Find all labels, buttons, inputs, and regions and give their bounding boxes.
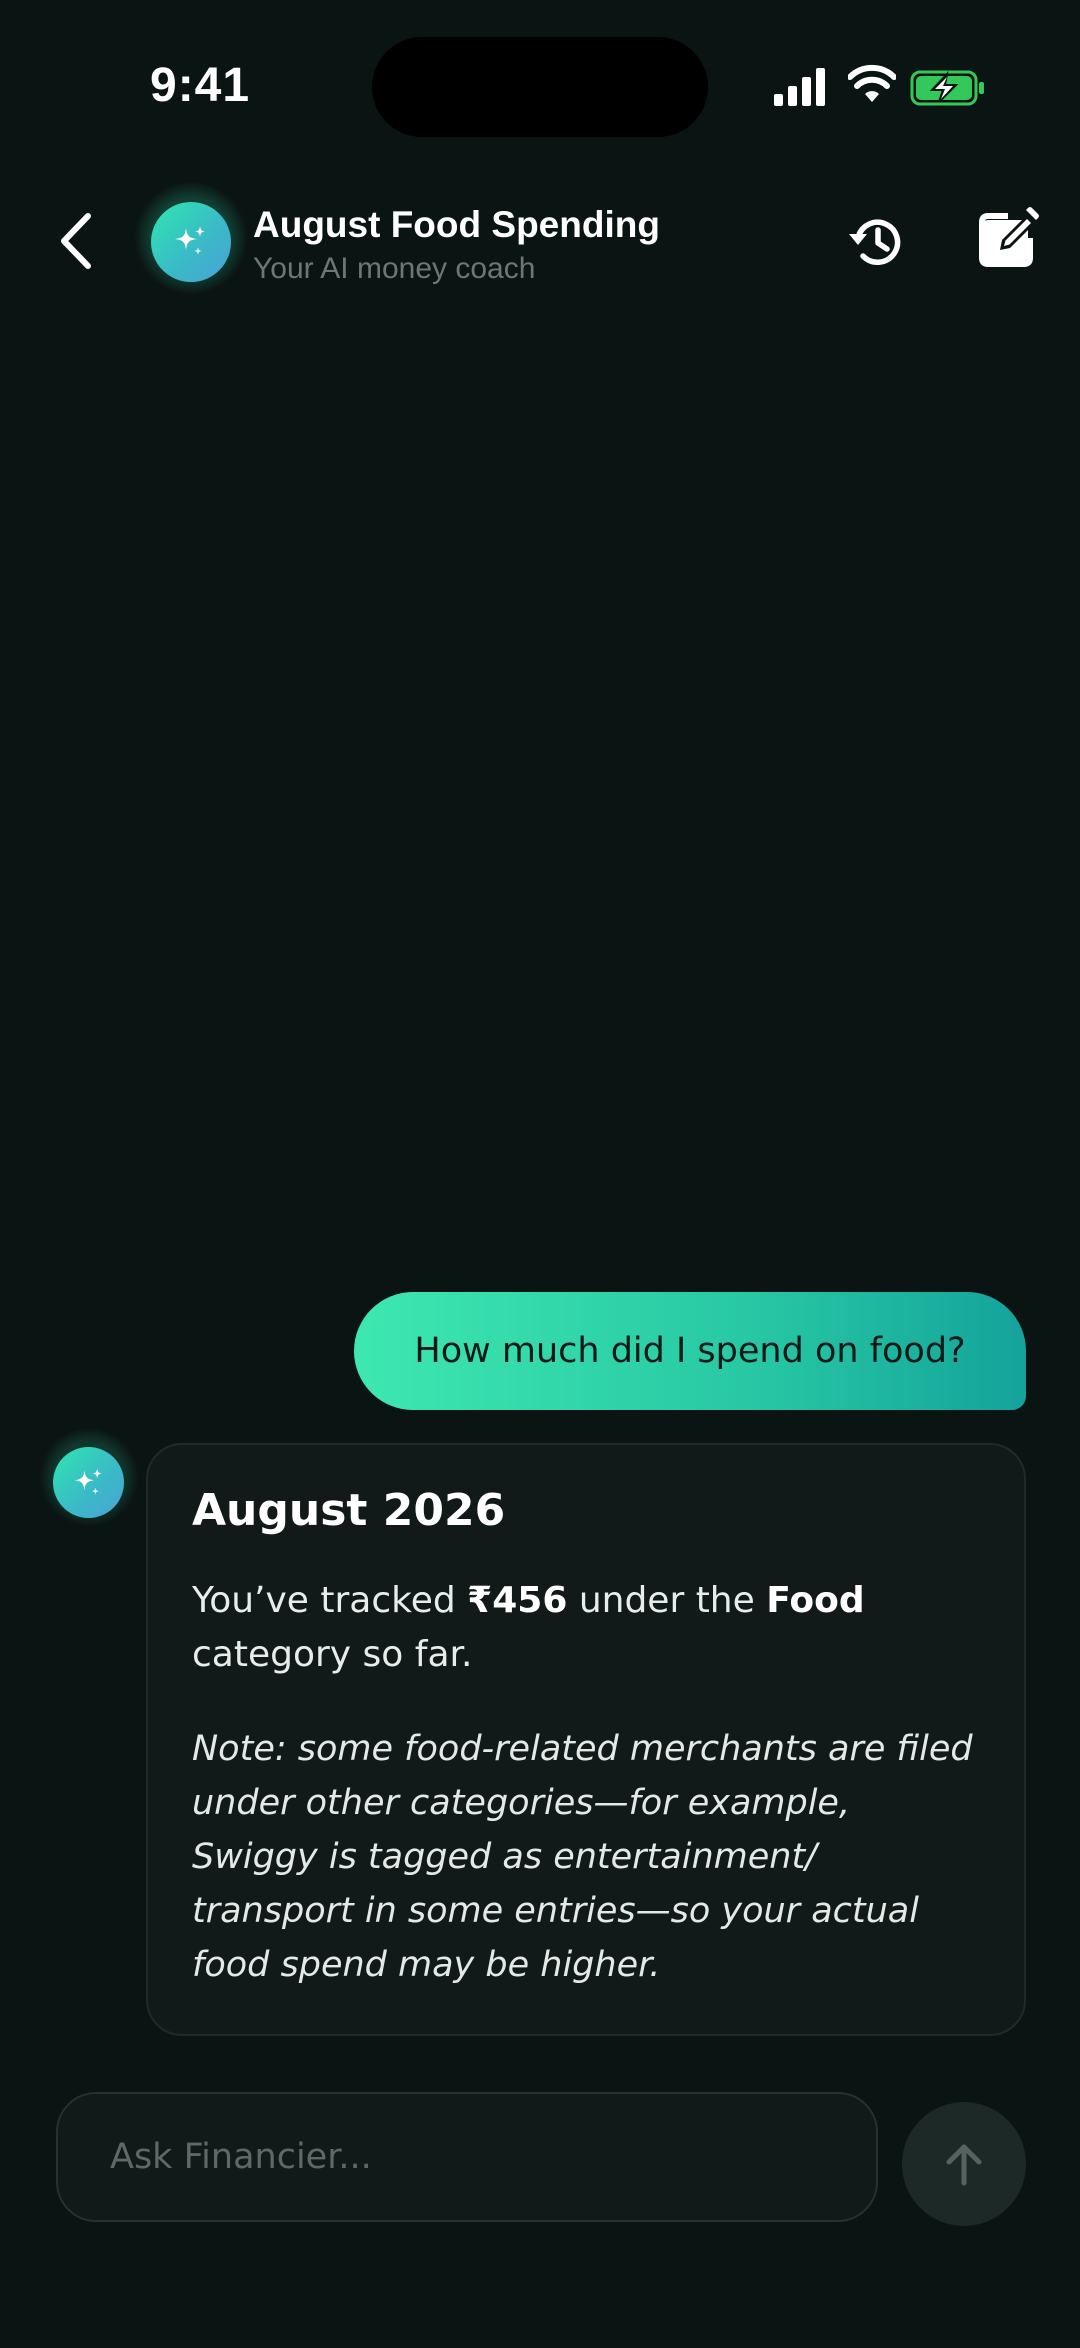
arrow-up-icon: [946, 2144, 982, 2186]
assistant-avatar: [53, 1447, 124, 1518]
conversation-title: August Food Spending: [253, 204, 660, 245]
response-body: You’ve tracked ₹456 under the Food categ…: [192, 1574, 980, 1682]
response-body-text: under the: [567, 1580, 767, 1621]
coach-avatar: [151, 202, 231, 282]
dynamic-island: [372, 37, 708, 137]
spend-amount: ₹456: [467, 1580, 568, 1621]
user-message-text: How much did I spend on food?: [414, 1331, 966, 1371]
sparkles-icon: [73, 1467, 102, 1495]
wifi-icon: [848, 64, 896, 102]
sparkles-icon: [175, 226, 205, 255]
history-button[interactable]: [846, 212, 906, 272]
conversation-subtitle: Your AI money coach: [253, 252, 536, 285]
response-note: Note: some food-related merchants are fi…: [192, 1729, 973, 1985]
message-composer[interactable]: [56, 2092, 878, 2222]
response-body-text: category so far.: [192, 1634, 473, 1675]
category-name: Food: [766, 1580, 865, 1621]
history-icon: [849, 219, 901, 265]
new-chat-button[interactable]: [976, 206, 1040, 270]
compose-icon: [979, 207, 1039, 267]
send-button[interactable]: [902, 2102, 1026, 2226]
response-body-text: You’ve tracked: [192, 1580, 468, 1621]
chat-screen: 9:41 August Food Spending Your AI money …: [0, 0, 1080, 2348]
chevron-left-icon: [61, 213, 91, 269]
assistant-message-card: August 2026 You’ve tracked ₹456 under th…: [146, 1443, 1026, 2036]
status-time: 9:41: [150, 59, 251, 112]
cellular-signal-icon: [774, 68, 825, 106]
battery-charging-icon: [910, 70, 984, 106]
back-button[interactable]: [44, 206, 108, 276]
user-message-bubble: How much did I spend on food?: [354, 1292, 1026, 1410]
message-input[interactable]: [110, 2137, 876, 2177]
response-title: August 2026: [192, 1485, 506, 1536]
